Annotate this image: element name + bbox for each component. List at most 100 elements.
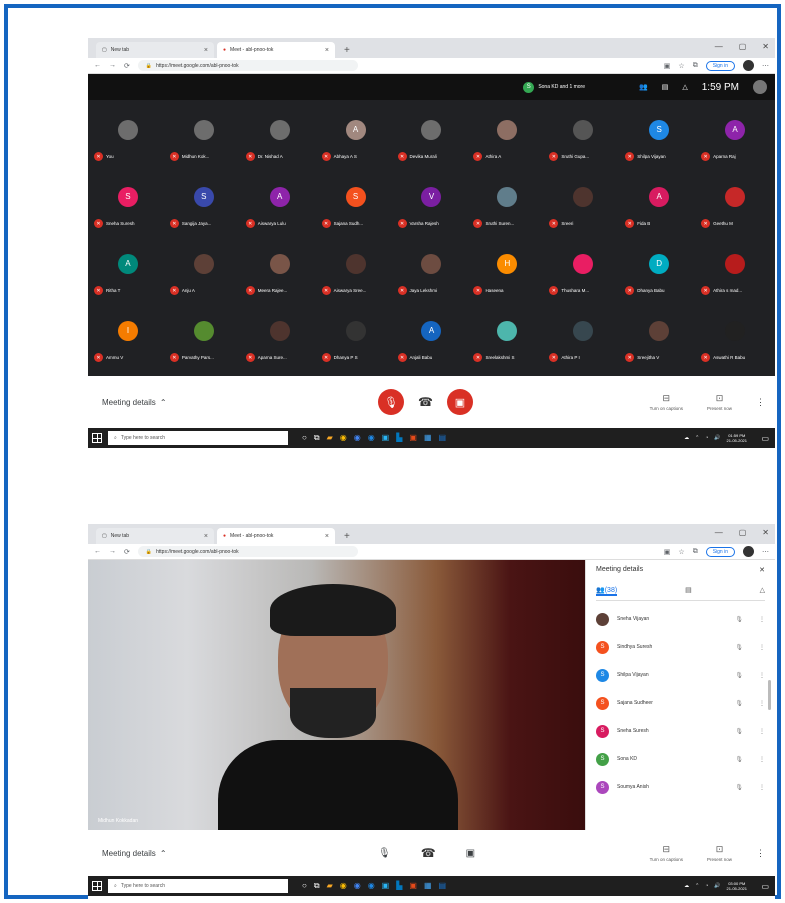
people-indicator[interactable]: S Sona KD and 1 more [523,81,585,93]
weather-icon[interactable]: ☁ [684,435,689,441]
windows-start-icon[interactable] [92,881,102,891]
present-button[interactable]: ⊡ Present now [707,393,732,411]
chrome-icon[interactable]: ◉ [340,433,347,443]
cortana-icon[interactable]: ○ [302,433,307,443]
chrome-icon[interactable]: ◉ [340,881,347,891]
browser-tab-active[interactable]: ● Meet - abl-pnoo-tok × [217,528,335,544]
list-item[interactable]: S Shilpa Vijayan 🎙 ⋮ [596,661,765,689]
file-explorer-icon[interactable]: ▰ [327,433,333,443]
participants-icon[interactable]: 👥 [639,83,648,91]
minimize-icon[interactable]: — [715,42,723,51]
self-avatar[interactable] [753,80,767,94]
more-options-icon[interactable]: ⋮ [756,397,765,408]
participant-tile[interactable]: ✕ Devika Murali [394,104,470,171]
tray-up-icon[interactable]: ⌃ [695,883,699,889]
meeting-details-button[interactable]: Meeting details ⌃ [102,849,167,858]
close-tab-icon[interactable]: × [204,47,208,54]
tab-chat[interactable]: ▤ [685,586,692,596]
participant-tile[interactable]: S ✕ Shilpa Vijayan [621,104,697,171]
participant-tile[interactable]: S ✕ Sangija Jaya... [166,171,242,238]
participant-tile[interactable]: ✕ Parvathy Pars... [166,305,242,372]
office-icon[interactable]: ▣ [409,433,417,443]
taskbar-clock[interactable]: 03:00 PM 21-05-2021 [727,881,747,891]
app-icon[interactable]: ▦ [424,881,432,891]
tab-activities[interactable]: △ [760,586,765,596]
forward-icon[interactable]: → [109,548,116,555]
camera-icon[interactable]: ▣ [664,62,671,70]
participant-tile[interactable]: A ✕ Aparna Raj [697,104,773,171]
participant-tile[interactable]: A ✕ Anjali Babu [394,305,470,372]
close-icon[interactable]: ✕ [762,528,769,537]
hang-up-button[interactable]: ☎ [421,846,436,860]
notification-icon[interactable]: ▭ [761,434,769,443]
participant-tile[interactable]: ✕ Sruthi Gupa... [545,104,621,171]
mic-icon[interactable]: 🎙 [378,848,391,859]
back-icon[interactable]: ← [94,548,101,555]
participant-tile[interactable]: ✕ Sreejitha V [621,305,697,372]
close-panel-icon[interactable]: ✕ [759,566,765,574]
participant-tile[interactable]: ✕ Aswathi R Babu [697,305,773,372]
new-tab-button[interactable]: + [338,531,356,544]
captions-button[interactable]: ⊟ Turn on captions [650,844,683,862]
browser-tab[interactable]: ▢ New tab × [96,42,214,58]
participant-tile[interactable]: ✕ Dr. Nishad A [242,104,318,171]
browser-tab-active[interactable]: ● Meet - abl-pnoo-tok × [217,42,335,58]
app-icon[interactable]: ▦ [424,433,432,443]
volume-icon[interactable]: 🔊 [714,435,720,441]
participant-tile[interactable]: ✕ You [90,104,166,171]
new-tab-button[interactable]: + [338,45,356,58]
office-icon[interactable]: ▣ [409,881,417,891]
close-tab-icon[interactable]: × [325,47,329,54]
maximize-icon[interactable]: ▢ [739,42,747,51]
url-field[interactable]: 🔒 https://meet.google.com/abl-pnoo-tok [137,546,358,557]
app-icon[interactable]: ◉ [354,433,361,443]
maximize-icon[interactable]: ▢ [739,528,747,537]
more-options-icon[interactable]: ⋮ [759,644,765,651]
participant-tile[interactable]: ✕ Athira A [469,104,545,171]
task-view-icon[interactable]: ⧉ [314,881,320,891]
more-options-icon[interactable]: ⋮ [759,728,765,735]
more-options-icon[interactable]: ⋮ [759,616,765,623]
scrollbar[interactable] [768,680,771,710]
participant-tile[interactable]: V ✕ Varsha Rajesh [394,171,470,238]
camera-off-button[interactable]: ▣ [446,389,473,415]
taskbar-search[interactable]: ⌕ Type here to search [108,879,288,893]
app-icon[interactable]: ▤ [439,433,447,443]
tab-people[interactable]: 👥(38) [596,586,618,596]
more-icon[interactable]: ⋯ [762,62,769,70]
profile-avatar[interactable] [743,60,754,71]
tray-up-icon[interactable]: ⌃ [695,435,699,441]
windows-start-icon[interactable] [92,433,102,443]
list-item[interactable]: S Sneha Suresh 🎙 ⋮ [596,717,765,745]
participant-tile[interactable]: I ✕ Ammu V [90,305,166,372]
list-item[interactable]: S Soumya Anish 🎙 ⋮ [596,773,765,801]
task-view-icon[interactable]: ⧉ [314,433,320,443]
app-icon[interactable]: ▣ [382,881,390,891]
edge-icon[interactable]: ◉ [368,881,375,891]
weather-icon[interactable]: ☁ [684,883,689,889]
file-explorer-icon[interactable]: ▰ [327,881,333,891]
participant-tile[interactable]: ✕ Athira P I [545,305,621,372]
camera-icon[interactable]: ▣ [466,848,475,859]
participant-tile[interactable]: ✕ Aiswarya Sree... [318,238,394,305]
close-tab-icon[interactable]: × [325,533,329,540]
collections-icon[interactable]: ⧉ [693,548,698,556]
forward-icon[interactable]: → [109,62,116,69]
participant-tile[interactable]: ✕ Thushara M... [545,238,621,305]
participant-tile[interactable]: ✕ Athira s mad... [697,238,773,305]
notification-icon[interactable]: ▭ [761,882,769,891]
app-icon[interactable]: ▣ [382,433,390,443]
list-item[interactable]: S Sindhya Suresh 🎙 ⋮ [596,633,765,661]
participant-tile[interactable]: ✕ Sreelakshmi S [469,305,545,372]
taskbar-search[interactable]: ⌕ Type here to search [108,431,288,445]
participant-tile[interactable]: ✕ Dhanya P S [318,305,394,372]
more-options-icon[interactable]: ⋮ [756,848,765,859]
participant-tile[interactable]: ✕ Geethu M [697,171,773,238]
participant-tile[interactable]: S ✕ Sneha Suresh [90,171,166,238]
volume-icon[interactable]: 🔊 [714,883,720,889]
app-icon[interactable]: ◉ [354,881,361,891]
network-icon[interactable]: ◔ [705,435,708,441]
star-icon[interactable]: ☆ [678,548,684,556]
participant-tile[interactable]: ✕ Meera Rajee... [242,238,318,305]
more-options-icon[interactable]: ⋮ [759,784,765,791]
